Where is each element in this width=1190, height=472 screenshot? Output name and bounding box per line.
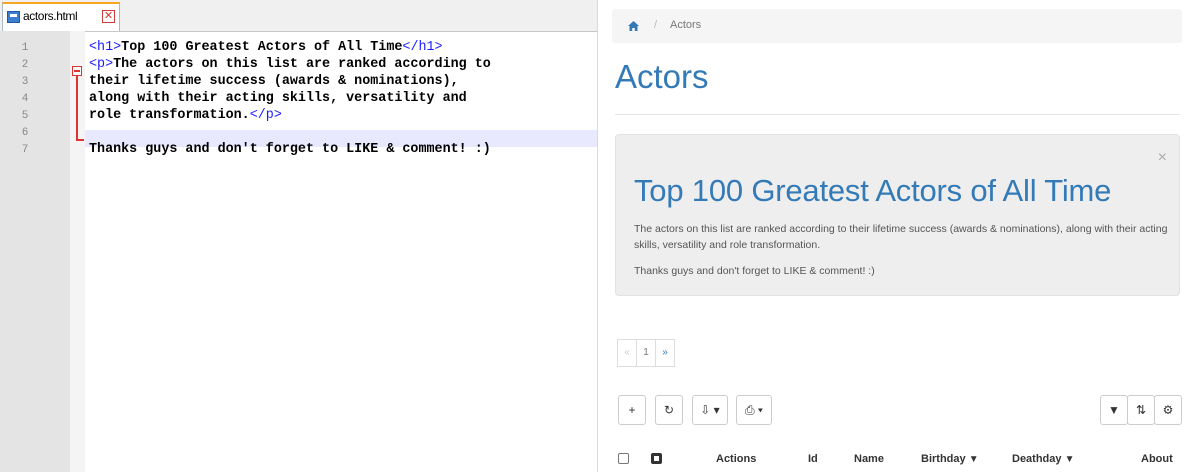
fold-line bbox=[76, 76, 78, 140]
web-preview: / Actors Actors × Top 100 Greatest Actor… bbox=[604, 0, 1190, 472]
breadcrumb-separator: / bbox=[654, 19, 658, 31]
close-icon[interactable]: ✕ bbox=[102, 10, 115, 23]
line-number: 5 bbox=[21, 110, 29, 122]
filter-button[interactable]: ▼ bbox=[1100, 395, 1128, 425]
pagination-prev[interactable]: « bbox=[617, 339, 637, 367]
code-line[interactable]: <h1>Top 100 Greatest Actors of All Time<… bbox=[89, 40, 443, 55]
fold-end bbox=[76, 139, 84, 141]
fold-toggle-icon[interactable] bbox=[72, 66, 82, 76]
close-icon[interactable]: × bbox=[1158, 149, 1167, 167]
print-dropdown-button[interactable]: ⎙ ▾ bbox=[736, 395, 772, 425]
line-number: 7 bbox=[21, 144, 29, 156]
select-all-checkbox[interactable] bbox=[618, 453, 629, 464]
page-title: Actors bbox=[615, 58, 709, 95]
column-header-birthday[interactable]: Birthday ▼ bbox=[921, 453, 979, 465]
column-header-id[interactable]: Id bbox=[808, 453, 818, 465]
divider bbox=[615, 114, 1180, 115]
line-number: 1 bbox=[21, 42, 29, 54]
pagination-page[interactable]: 1 bbox=[636, 339, 656, 367]
jumbotron-thanks: Thanks guys and don't forget to LIKE & c… bbox=[634, 265, 875, 277]
jumbotron-alert: × Top 100 Greatest Actors of All Time Th… bbox=[615, 134, 1180, 296]
line-number: 4 bbox=[21, 93, 29, 105]
home-icon[interactable] bbox=[628, 21, 639, 31]
export-dropdown-button[interactable]: ⇩ ▾ bbox=[692, 395, 728, 425]
refresh-button[interactable]: ↻ bbox=[655, 395, 683, 425]
code-line[interactable]: role transformation.</p> bbox=[89, 108, 282, 123]
line-number: 2 bbox=[21, 59, 29, 71]
column-header-about[interactable]: About bbox=[1141, 453, 1173, 465]
editor-tabbar: actors.html ✕ bbox=[0, 0, 597, 32]
code-line[interactable]: Thanks guys and don't forget to LIKE & c… bbox=[89, 142, 491, 157]
code-line[interactable]: their lifetime success (awards & nominat… bbox=[89, 74, 459, 89]
code-line[interactable]: along with their acting skills, versatil… bbox=[89, 91, 467, 106]
breadcrumb-current: Actors bbox=[670, 19, 702, 31]
pagination: « 1 » bbox=[617, 339, 675, 367]
column-header-actions[interactable]: Actions bbox=[716, 453, 756, 465]
code-line[interactable]: <p>The actors on this list are ranked ac… bbox=[89, 57, 491, 72]
settings-button[interactable]: ⚙ bbox=[1154, 395, 1182, 425]
line-number-gutter: 1 2 3 4 5 6 7 bbox=[0, 31, 70, 472]
filter-icon[interactable]: ▼ bbox=[969, 454, 979, 465]
code-editor: actors.html ✕ 1 2 3 4 5 6 7 <h1>Top 100 … bbox=[0, 0, 598, 472]
pagination-next[interactable]: » bbox=[655, 339, 675, 367]
sort-button[interactable]: ⇅ bbox=[1127, 395, 1155, 425]
jumbotron-title: Top 100 Greatest Actors of All Time bbox=[634, 173, 1112, 208]
tab-label: actors.html bbox=[23, 9, 78, 23]
line-number: 3 bbox=[21, 76, 29, 88]
expand-icon[interactable] bbox=[651, 453, 662, 464]
breadcrumb: / Actors bbox=[612, 9, 1182, 43]
column-header-deathday[interactable]: Deathday ▼ bbox=[1012, 453, 1075, 465]
file-icon bbox=[7, 11, 20, 23]
add-button[interactable]: + bbox=[618, 395, 646, 425]
column-header-name[interactable]: Name bbox=[854, 453, 884, 465]
tab-actors-html[interactable]: actors.html ✕ bbox=[2, 2, 120, 31]
jumbotron-paragraph: The actors on this list are ranked accor… bbox=[634, 223, 1168, 251]
filter-icon[interactable]: ▼ bbox=[1065, 454, 1075, 465]
line-number: 6 bbox=[21, 127, 29, 139]
